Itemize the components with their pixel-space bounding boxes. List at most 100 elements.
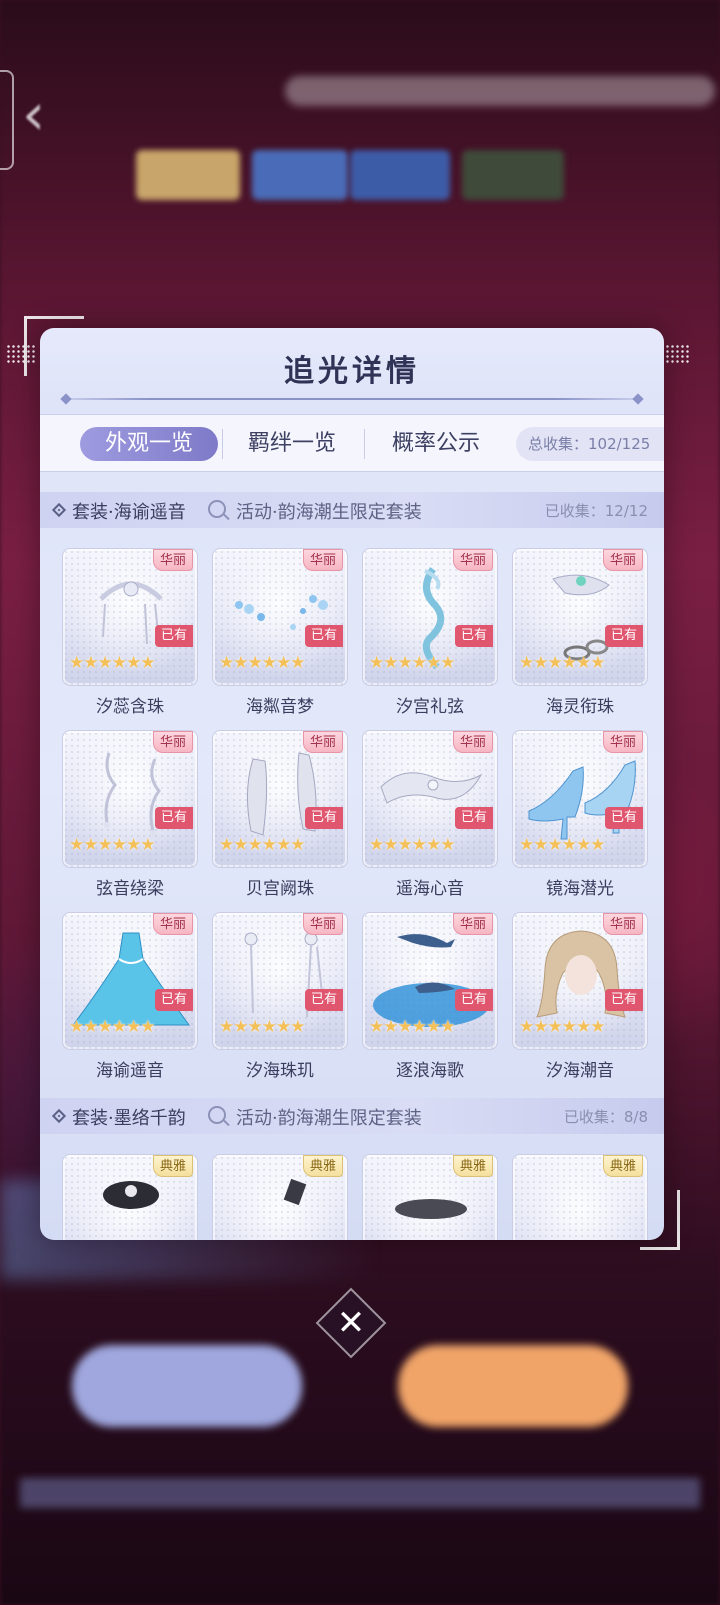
item-name: 弦音绕梁	[96, 879, 164, 899]
item-name: 海谕遥音	[96, 1061, 164, 1081]
item-name: 海粼音梦	[246, 697, 314, 717]
rarity-badge: 华丽	[152, 913, 193, 935]
item-card[interactable]: 典雅	[512, 1154, 648, 1240]
item-card[interactable]: 华丽 已有 ★★★★★★ 弦音绕梁	[62, 730, 198, 912]
item-card[interactable]: 华丽 已有 ★★★★★★ 汐海潮音	[512, 912, 648, 1094]
item-name: 贝宫阙珠	[246, 879, 314, 899]
pull-ten-button	[398, 1345, 628, 1427]
owned-badge: 已有	[154, 625, 193, 647]
owned-badge: 已有	[304, 625, 343, 647]
item-name: 汐海潮音	[546, 1061, 614, 1081]
item-card[interactable]: 华丽 已有 ★★★★★★ 汐海珠玑	[212, 912, 348, 1094]
modal-title: 追光详情	[284, 354, 420, 389]
rarity-badge: 典雅	[602, 1155, 643, 1177]
star-rating: ★★★★★★	[69, 1017, 155, 1037]
rarity-badge: 华丽	[302, 731, 343, 753]
owned-badge: 已有	[454, 989, 493, 1011]
owned-badge: 已有	[454, 625, 493, 647]
back-tab	[0, 70, 14, 170]
rarity-badge: 典雅	[152, 1155, 193, 1177]
star-rating: ★★★★★★	[369, 653, 455, 673]
pull-once-button	[72, 1345, 302, 1427]
tab-probability[interactable]: 概率公示	[370, 427, 502, 461]
item-name: 汐宫礼弦	[396, 697, 464, 717]
dots-decor	[6, 344, 36, 364]
close-button[interactable]: ✕	[326, 1298, 376, 1348]
currency-bar	[285, 76, 715, 106]
set-collect-count: 已收集：8/8	[563, 1108, 648, 1126]
back-arrow-icon[interactable]: ‹	[22, 84, 82, 144]
item-frame: 典雅	[362, 1154, 498, 1240]
diamond-icon	[51, 1108, 67, 1124]
set-collect-count: 已收集：12/12	[544, 502, 648, 520]
item-card[interactable]: 华丽 已有 ★★★★★★ 遥海心音	[362, 730, 498, 912]
item-frame: 华丽 已有 ★★★★★★	[362, 548, 498, 686]
tab-bonds[interactable]: 羁绊一览	[226, 427, 358, 461]
search-icon[interactable]	[208, 500, 226, 518]
item-frame: 华丽 已有 ★★★★★★	[62, 548, 198, 686]
item-frame: 华丽 已有 ★★★★★★	[62, 912, 198, 1050]
item-frame: 华丽 已有 ★★★★★★	[362, 912, 498, 1050]
item-grid: 典雅 典雅 典雅 典雅	[40, 1154, 664, 1240]
detail-modal: 追光详情 外观一览 羁绊一览 概率公示 总收集：102/125 套装·海谕遥音 …	[40, 328, 664, 1240]
set-activity: 活动·韵海潮生限定套装	[236, 502, 422, 523]
owned-badge: 已有	[454, 807, 493, 829]
item-frame: 华丽 已有 ★★★★★★	[212, 548, 348, 686]
item-card[interactable]: 华丽 已有 ★★★★★★ 贝宫阙珠	[212, 730, 348, 912]
tab-appearance[interactable]: 外观一览	[80, 427, 218, 461]
star-rating: ★★★★★★	[219, 1017, 305, 1037]
item-card[interactable]: 华丽 已有 ★★★★★★ 海粼音梦	[212, 548, 348, 730]
banner-blue	[252, 150, 348, 200]
rarity-badge: 华丽	[302, 549, 343, 571]
item-name: 遥海心音	[396, 879, 464, 899]
tab-divider	[364, 429, 365, 459]
item-name: 汐蕊含珠	[96, 697, 164, 717]
banner-blue-2	[350, 150, 450, 200]
star-rating: ★★★★★★	[519, 1017, 605, 1037]
total-collect-counter: 总收集：102/125	[516, 427, 664, 461]
search-icon[interactable]	[208, 1106, 226, 1124]
item-card[interactable]: 典雅	[212, 1154, 348, 1240]
item-card[interactable]: 华丽 已有 ★★★★★★ 海灵衔珠	[512, 548, 648, 730]
rarity-badge: 华丽	[452, 549, 493, 571]
star-rating: ★★★★★★	[69, 835, 155, 855]
diamond-icon	[51, 502, 67, 518]
rarity-badge: 华丽	[452, 731, 493, 753]
owned-badge: 已有	[304, 807, 343, 829]
rarity-badge: 华丽	[152, 731, 193, 753]
item-frame: 华丽 已有 ★★★★★★	[512, 912, 648, 1050]
item-frame: 华丽 已有 ★★★★★★	[212, 730, 348, 868]
owned-badge: 已有	[604, 807, 643, 829]
item-card[interactable]: 华丽 已有 ★★★★★★ 汐蕊含珠	[62, 548, 198, 730]
item-card[interactable]: 典雅	[362, 1154, 498, 1240]
owned-badge: 已有	[154, 807, 193, 829]
owned-badge: 已有	[604, 989, 643, 1011]
tab-bar: 外观一览 羁绊一览 概率公示 总收集：102/125	[40, 414, 664, 472]
item-card[interactable]: 华丽 已有 ★★★★★★ 镜海潜光	[512, 730, 648, 912]
item-card[interactable]: 华丽 已有 ★★★★★★ 海谕遥音	[62, 912, 198, 1094]
dots-decor	[660, 344, 690, 364]
item-frame: 华丽 已有 ★★★★★★	[212, 912, 348, 1050]
item-card[interactable]: 典雅	[62, 1154, 198, 1240]
owned-badge: 已有	[604, 625, 643, 647]
item-frame: 典雅	[512, 1154, 648, 1240]
set-activity: 活动·韵海潮生限定套装	[236, 1108, 422, 1129]
item-frame: 典雅	[212, 1154, 348, 1240]
item-frame: 华丽 已有 ★★★★★★	[512, 548, 648, 686]
set-header: 套装·墨络千韵 活动·韵海潮生限定套装 已收集：8/8	[40, 1098, 664, 1134]
rarity-badge: 华丽	[602, 549, 643, 571]
item-name: 海灵衔珠	[546, 697, 614, 717]
item-name: 汐海珠玑	[246, 1061, 314, 1081]
rarity-badge: 典雅	[452, 1155, 493, 1177]
set-name: 套装·海谕遥音	[72, 502, 186, 523]
star-rating: ★★★★★★	[519, 653, 605, 673]
item-card[interactable]: 华丽 已有 ★★★★★★ 逐浪海歌	[362, 912, 498, 1094]
star-rating: ★★★★★★	[219, 653, 305, 673]
rarity-badge: 典雅	[302, 1155, 343, 1177]
banner-dark	[462, 150, 564, 200]
set-header: 套装·海谕遥音 活动·韵海潮生限定套装 已收集：12/12	[40, 492, 664, 528]
item-card[interactable]: 华丽 已有 ★★★★★★ 汐宫礼弦	[362, 548, 498, 730]
star-rating: ★★★★★★	[369, 835, 455, 855]
item-name: 镜海潜光	[546, 879, 614, 899]
item-frame: 华丽 已有 ★★★★★★	[512, 730, 648, 868]
